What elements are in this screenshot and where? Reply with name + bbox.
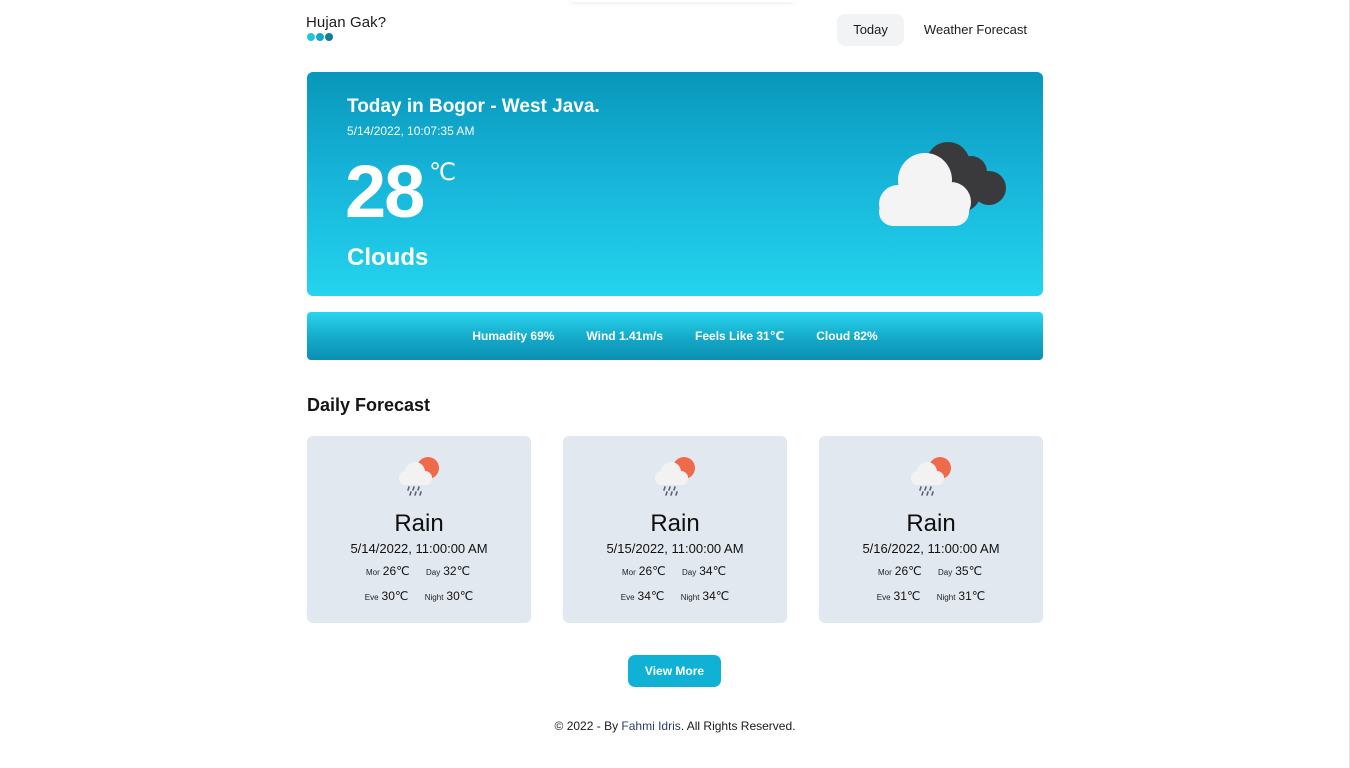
temp-evening: Eve 34℃ (621, 589, 667, 603)
forecast-card: Rain 5/16/2022, 11:00:00 AM Mor 26℃ Day 35… (819, 436, 1043, 623)
top-popover-edge (570, 0, 794, 2)
temp-label: Mor (366, 568, 380, 577)
view-more-button[interactable]: View More (628, 655, 721, 687)
brand-dot (316, 33, 324, 41)
temp-value: 34℃ (637, 589, 665, 603)
temp-label: Day (682, 568, 697, 577)
temp-value: 30℃ (381, 589, 409, 603)
temp-value: 26℃ (638, 564, 666, 578)
forecast-condition: Rain (394, 510, 444, 537)
temp-label: Eve (364, 593, 379, 602)
forecast-card: Rain 5/14/2022, 11:00:00 AM Mor 26℃ Day 32… (307, 436, 531, 623)
brand-dot (307, 33, 315, 41)
temp-label: Mor (878, 568, 892, 577)
temp-value: 35℃ (955, 564, 983, 578)
brand-dots (307, 33, 386, 41)
temp-value: 31℃ (893, 589, 921, 603)
feels-like-stat: Feels Like 31℃ (695, 329, 785, 343)
forecast-temps: Mor 26℃ Day 34℃ Eve 34℃ Night 34℃ (563, 564, 787, 614)
current-weather-card: Today in Bogor - West Java. 5/14/2022, 1… (307, 72, 1043, 296)
brand-dot (325, 33, 333, 41)
footer: © 2022 - By Fahmi Idris. All Rights Rese… (0, 719, 1350, 733)
humidity-stat: Humadity 69% (472, 329, 555, 343)
forecast-temps: Mor 26℃ Day 35℃ Eve 31℃ Night 31℃ (819, 564, 1043, 614)
temp-label: Mor (622, 568, 636, 577)
current-datetime: 5/14/2022, 10:07:35 AM (347, 124, 475, 138)
wind-stat: Wind 1.41m/s (586, 329, 664, 343)
brand-logo[interactable]: Hujan Gak? (306, 14, 386, 41)
temp-value: 26℃ (382, 564, 410, 578)
temp-label: Eve (620, 593, 635, 602)
temp-value: 30℃ (446, 589, 474, 603)
temp-value: 32℃ (443, 564, 471, 578)
forecast-condition: Rain (650, 510, 700, 537)
temp-morning: Mor 26℃ (878, 564, 924, 578)
temp-day: Day 35℃ (938, 564, 984, 578)
daily-forecast-title: Daily Forecast (307, 395, 431, 415)
temp-value: 26℃ (894, 564, 922, 578)
temp-evening: Eve 30℃ (365, 589, 411, 603)
temp-label: Eve (876, 593, 891, 602)
cloud-stat: Cloud 82% (816, 329, 878, 343)
forecast-date: 5/14/2022, 11:00:00 AM (350, 541, 488, 556)
temp-morning: Mor 26℃ (622, 564, 668, 578)
temp-value: 34℃ (699, 564, 727, 578)
nav-weather-forecast[interactable]: Weather Forecast (908, 14, 1043, 46)
nav-today[interactable]: Today (837, 14, 904, 46)
temp-night: Night 30℃ (425, 589, 474, 603)
temp-label: Day (938, 568, 953, 577)
site-header: Hujan Gak? Today Weather Forecast (306, 14, 1043, 46)
footer-suffix: . All Rights Reserved. (680, 719, 796, 733)
temp-value: 34℃ (702, 589, 730, 603)
current-temperature: 28 (345, 150, 425, 233)
forecast-condition: Rain (906, 510, 956, 537)
current-location-title: Today in Bogor - West Java. (347, 96, 600, 117)
temp-night: Night 34℃ (681, 589, 730, 603)
temp-evening: Eve 31℃ (877, 589, 923, 603)
rain-sun-icon (399, 457, 439, 496)
forecast-date: 5/15/2022, 11:00:00 AM (606, 541, 744, 556)
temp-night: Night 31℃ (937, 589, 986, 603)
temp-label: Night (424, 593, 444, 602)
temp-value: 31℃ (958, 589, 986, 603)
clouds-icon (879, 142, 1006, 226)
temp-label: Night (680, 593, 700, 602)
temp-morning: Mor 26℃ (366, 564, 412, 578)
temp-day: Day 34℃ (682, 564, 728, 578)
rain-sun-icon (655, 457, 695, 496)
temp-label: Day (426, 568, 441, 577)
temp-day: Day 32℃ (426, 564, 472, 578)
footer-prefix: © 2022 - By (554, 719, 622, 733)
main-nav: Today Weather Forecast (837, 14, 1043, 46)
brand-name: Hujan Gak? (306, 14, 387, 31)
forecast-card: Rain 5/15/2022, 11:00:00 AM Mor 26℃ Day 34… (563, 436, 787, 623)
current-condition: Clouds (347, 244, 429, 271)
temperature-unit: ℃ (429, 159, 456, 186)
forecast-date: 5/16/2022, 11:00:00 AM (862, 541, 1000, 556)
author-link[interactable]: Fahmi Idris (621, 719, 680, 733)
weather-stats-bar: Humadity 69% Wind 1.41m/s Feels Like 31℃… (307, 312, 1043, 360)
forecast-temps: Mor 26℃ Day 32℃ Eve 30℃ Night 30℃ (307, 564, 531, 614)
temp-label: Night (936, 593, 956, 602)
rain-sun-icon (911, 457, 951, 496)
